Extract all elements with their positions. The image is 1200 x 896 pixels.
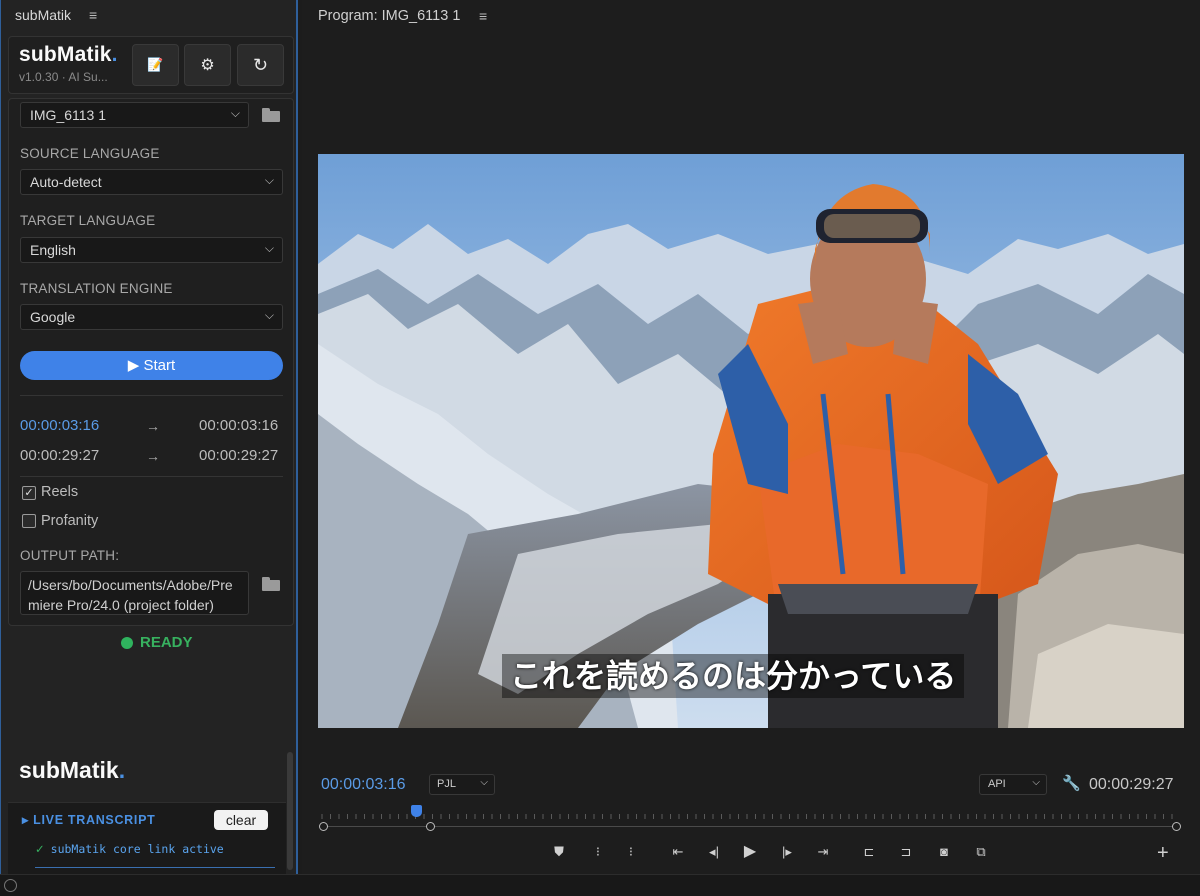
- sequence-select[interactable]: IMG_6113 1 ⌵: [20, 102, 249, 128]
- chevron-down-icon: ⌵: [264, 173, 274, 187]
- clear-button[interactable]: clear: [214, 810, 268, 830]
- program-monitor: Program: IMG_6113 1 ≡ これを読めるのは分かっている 00:…: [302, 0, 1200, 874]
- output-path-field[interactable]: /Users/bo/Documents/Adobe/Premiere Pro/2…: [20, 571, 249, 615]
- translation-engine-value: Google: [30, 309, 76, 325]
- mark-out-icon[interactable]: ⁝: [621, 843, 641, 861]
- divider: [35, 867, 275, 868]
- zoom-handle-mid[interactable]: [426, 822, 435, 831]
- app-window: subMatik ≡ subMatik. v1.0.30 · AI Su... …: [0, 0, 1200, 896]
- out-point-end[interactable]: 00:00:29:27: [199, 447, 278, 464]
- play-icon[interactable]: ▶: [740, 843, 760, 861]
- status-text: READY: [140, 634, 193, 651]
- program-menu-icon[interactable]: ≡: [479, 8, 487, 24]
- chevron-down-icon: ⌵: [264, 241, 274, 255]
- lift-icon[interactable]: ⊏: [859, 843, 879, 861]
- in-point-start[interactable]: 00:00:03:16: [20, 417, 99, 434]
- panel-scrollbar[interactable]: [287, 752, 293, 870]
- brand-footer: subMatik.: [19, 757, 126, 783]
- arrow-right-icon: →: [146, 418, 160, 434]
- transcript-log-line: ✓ subMatik core link active: [35, 842, 224, 856]
- chevron-down-icon: ⌵: [480, 777, 488, 788]
- subtitle-caption: これを読めるのは分かっている: [502, 654, 965, 698]
- translation-engine-label: TRANSLATION ENGINE: [20, 281, 173, 296]
- resolution-select[interactable]: API ⌵: [979, 774, 1047, 795]
- duration-timecode: 00:00:29:27: [1089, 776, 1174, 793]
- target-language-label: TARGET LANGUAGE: [20, 213, 156, 228]
- step-back-icon[interactable]: ◂|: [704, 843, 724, 861]
- wrench-icon[interactable]: 🔧: [1062, 774, 1081, 792]
- transcript-log-text: subMatik core link active: [50, 842, 224, 856]
- refresh-button[interactable]: ↻: [237, 44, 284, 86]
- output-path-label: OUTPUT PATH:: [20, 548, 120, 563]
- chevron-down-icon: ⌵: [230, 106, 240, 120]
- submatik-panel: subMatik ≡ subMatik. v1.0.30 · AI Su... …: [0, 0, 298, 874]
- zoom-scroll-track[interactable]: [322, 826, 1177, 827]
- source-language-select[interactable]: Auto-detect ⌵: [20, 169, 283, 195]
- fit-select[interactable]: PJL ⌵: [429, 774, 495, 795]
- refresh-icon: ↻: [252, 54, 269, 75]
- source-language-label: SOURCE LANGUAGE: [20, 146, 160, 161]
- out-point-start[interactable]: 00:00:29:27: [20, 447, 99, 464]
- translation-engine-select[interactable]: Google ⌵: [20, 304, 283, 330]
- live-transcript-panel: ▸ LIVE TRANSCRIPT clear ✓ subMatik core l…: [8, 802, 286, 874]
- divider: [20, 476, 283, 477]
- divider: [20, 395, 283, 396]
- chevron-down-icon: ⌵: [1032, 777, 1040, 788]
- gear-icon: ⚙: [200, 57, 215, 74]
- source-language-value: Auto-detect: [30, 174, 102, 190]
- step-forward-icon[interactable]: |▸: [777, 843, 797, 861]
- time-ruler[interactable]: [318, 808, 1184, 820]
- profanity-label[interactable]: Profanity: [41, 513, 98, 529]
- reels-checkbox[interactable]: ✓: [22, 486, 36, 500]
- status-bar: [0, 874, 1200, 896]
- video-image: [318, 154, 1184, 728]
- chevron-down-icon: ⌵: [264, 308, 274, 322]
- status-dot-icon: [121, 636, 133, 649]
- export-frame-icon[interactable]: ◙: [934, 843, 954, 861]
- start-button[interactable]: ▶ Start: [20, 351, 283, 380]
- profanity-checkbox[interactable]: [22, 514, 36, 528]
- settings-button[interactable]: ⚙: [184, 44, 231, 86]
- marker-icon[interactable]: ⛊: [549, 843, 569, 861]
- resolution-value: API: [988, 778, 1006, 790]
- reels-label[interactable]: Reels: [41, 484, 78, 500]
- go-to-in-icon[interactable]: ⇤: [668, 843, 688, 861]
- mark-in-icon[interactable]: ⁝: [588, 843, 608, 861]
- playhead[interactable]: [410, 805, 422, 817]
- settings-form: IMG_6113 1 ⌵ SOURCE LANGUAGE Auto-detect…: [8, 98, 294, 626]
- notes-button[interactable]: 📝: [132, 44, 179, 86]
- sequence-value: IMG_6113 1: [30, 107, 107, 123]
- panel-menu-icon[interactable]: ≡: [89, 7, 97, 23]
- live-transcript-toggle[interactable]: ▸ LIVE TRANSCRIPT: [22, 812, 155, 827]
- target-language-value: English: [30, 242, 76, 258]
- folder-icon[interactable]: [262, 577, 280, 591]
- video-frame[interactable]: これを読めるのは分かっている: [318, 154, 1184, 728]
- current-timecode[interactable]: 00:00:03:16: [321, 776, 406, 794]
- panel-tab-title[interactable]: subMatik: [15, 7, 71, 23]
- program-monitor-title[interactable]: Program: IMG_6113 1: [318, 8, 460, 24]
- arrow-right-icon: →: [146, 448, 160, 464]
- version-label: v1.0.30 · AI Su...: [19, 70, 108, 84]
- folder-icon[interactable]: [262, 108, 280, 122]
- zoom-handle-right[interactable]: [1172, 822, 1181, 831]
- status-bar-icon[interactable]: [4, 879, 17, 892]
- extract-icon[interactable]: ⊐: [896, 843, 916, 861]
- zoom-handle-left[interactable]: [319, 822, 328, 831]
- brand-logo: subMatik.: [19, 43, 118, 66]
- go-to-out-icon[interactable]: ⇥: [813, 843, 833, 861]
- comparison-view-icon[interactable]: ⧉: [971, 843, 991, 861]
- check-icon: ✓: [35, 842, 45, 856]
- in-point-end[interactable]: 00:00:03:16: [199, 417, 278, 434]
- notepad-icon: 📝: [147, 57, 164, 72]
- fit-value: PJL: [437, 778, 456, 790]
- panel-header: subMatik. v1.0.30 · AI Su... 📝 ⚙ ↻: [8, 36, 294, 94]
- target-language-select[interactable]: English ⌵: [20, 237, 283, 263]
- add-button[interactable]: +: [1157, 842, 1169, 865]
- status-indicator: READY: [121, 634, 193, 651]
